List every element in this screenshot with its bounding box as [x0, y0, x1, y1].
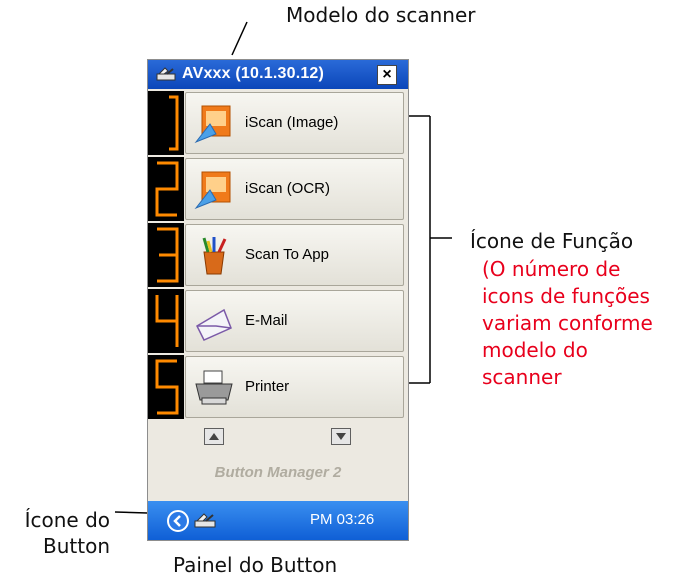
scan-to-app-icon	[202, 237, 227, 275]
digit-display-5	[148, 355, 184, 419]
email-button[interactable]: E-Mail	[185, 290, 404, 352]
note-line: variam conforme	[482, 311, 653, 335]
scan-to-app-button[interactable]: Scan To App	[185, 224, 404, 286]
product-name: Button Manager 2	[214, 464, 342, 481]
note-line: modelo do	[482, 338, 588, 362]
function-label: Printer	[245, 378, 290, 395]
clock: PM 03:26	[310, 511, 375, 528]
digit-display-1	[148, 91, 184, 155]
function-row-4: E-Mail	[148, 289, 408, 353]
function-label: iScan (OCR)	[245, 180, 331, 197]
function-label: E-Mail	[245, 312, 288, 329]
button-panel-caption: Painel do Button	[173, 553, 338, 577]
digit-display-3	[148, 223, 184, 287]
function-icon-annotation: Ícone de Função	[470, 229, 634, 253]
function-label: iScan (Image)	[245, 114, 339, 131]
triangle-down-icon	[336, 433, 346, 440]
note-line: scanner	[482, 365, 562, 389]
iscan-ocr-button[interactable]: iScan (OCR)	[185, 158, 404, 220]
button-icon-annotation: Ícone do Button	[25, 507, 110, 559]
window-title: AVxxx (10.1.30.12)	[182, 65, 325, 82]
note-line: icons de funções	[482, 284, 650, 308]
title-bar: AVxxx (10.1.30.12) ×	[148, 60, 408, 89]
scanner-icon	[156, 67, 176, 81]
function-note-annotation: (O número de icons de funções variam con…	[482, 256, 682, 391]
button-panel: AVxxx (10.1.30.12) × iScan (Image) iScan…	[147, 59, 409, 541]
taskbar: PM 03:26	[148, 501, 408, 540]
function-label: Scan To App	[245, 246, 329, 263]
printer-icon	[195, 370, 233, 405]
note-line: (O número de	[482, 257, 621, 281]
printer-button[interactable]: Printer	[185, 356, 404, 418]
close-button[interactable]: ×	[377, 65, 397, 85]
function-row-1: iScan (Image)	[148, 91, 408, 155]
digit-display-4	[148, 289, 184, 353]
email-icon	[196, 308, 232, 341]
function-row-2: iScan (OCR)	[148, 157, 408, 221]
function-row-5: Printer	[148, 355, 408, 419]
button-tray-icon[interactable]	[194, 512, 216, 530]
annotation-line: Button	[43, 534, 110, 558]
iscan-image-button[interactable]: iScan (Image)	[185, 92, 404, 154]
iscan-ocr-icon	[194, 171, 231, 210]
annotation-line: Ícone do	[24, 508, 110, 532]
digit-display-2	[148, 157, 184, 221]
scroll-up-button[interactable]	[204, 428, 224, 445]
function-row-3: Scan To App	[148, 223, 408, 287]
scanner-model-annotation: Modelo do scanner	[286, 3, 476, 27]
scroll-down-button[interactable]	[331, 428, 351, 445]
iscan-image-icon	[194, 105, 231, 144]
back-arrow-icon[interactable]	[167, 510, 189, 532]
triangle-up-icon	[209, 433, 219, 440]
